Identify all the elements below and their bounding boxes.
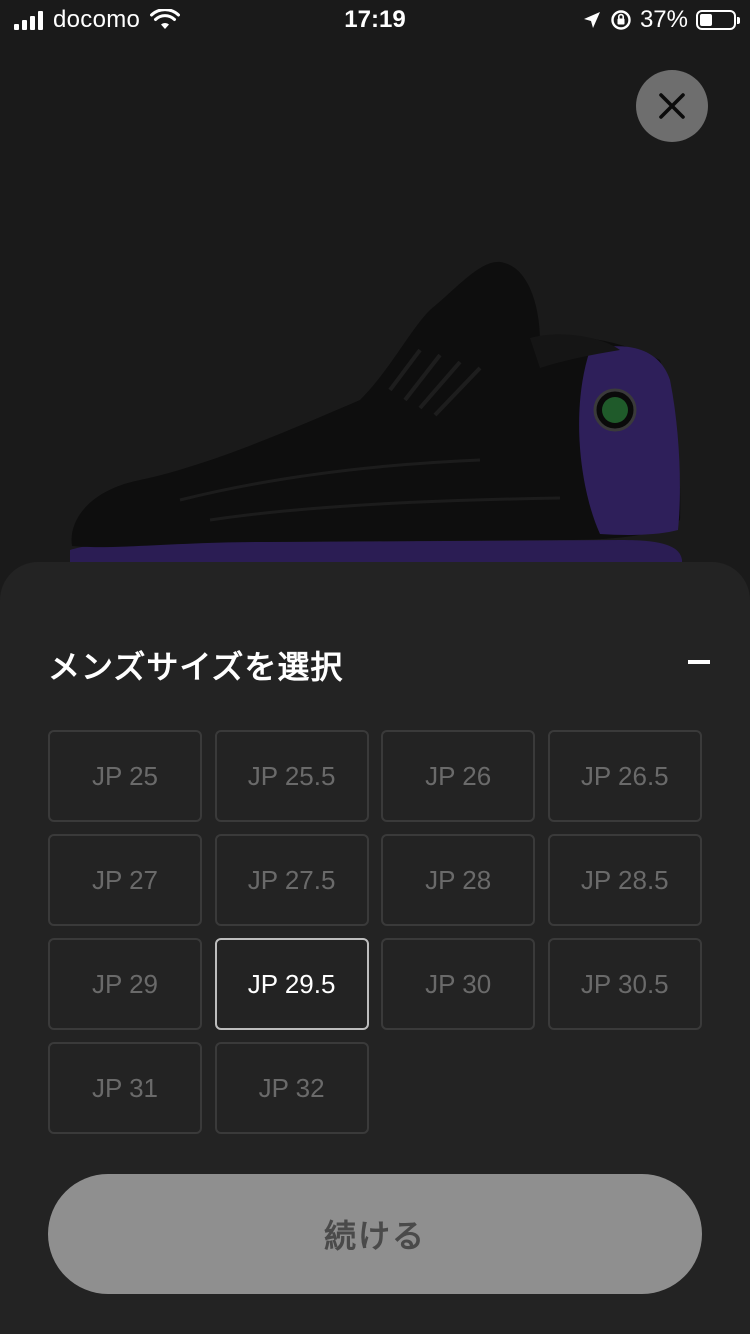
battery-percent: 37% (639, 6, 688, 33)
size-option[interactable]: JP 25.5 (214, 730, 369, 822)
size-selection-screen: docomo 17:19 37% メンズサイズを選択 JP 25 JP 25.5… (0, 0, 750, 1334)
size-grid: JP 25 JP 25.5 JP 26 JP 26.5 JP 27 JP 27.… (48, 730, 702, 1134)
size-option[interactable]: JP 29.5 (214, 938, 369, 1030)
continue-button[interactable]: 続ける (48, 1174, 702, 1294)
size-option[interactable]: JP 30 (381, 938, 536, 1030)
size-option[interactable]: JP 27 (48, 834, 202, 926)
close-icon (659, 93, 685, 119)
orientation-lock-icon (611, 10, 631, 30)
size-option[interactable]: JP 28 (381, 834, 536, 926)
size-option[interactable]: JP 27.5 (214, 834, 369, 926)
size-option[interactable]: JP 31 (48, 1042, 202, 1134)
status-bar: docomo 17:19 37% (0, 0, 750, 40)
size-option[interactable]: JP 26 (381, 730, 536, 822)
close-button[interactable] (636, 70, 708, 142)
battery-icon (696, 10, 740, 30)
size-option[interactable]: JP 29 (48, 938, 202, 1030)
size-option[interactable]: JP 25 (48, 730, 202, 822)
size-option[interactable]: JP 26.5 (547, 730, 702, 822)
sheet-title: メンズサイズを選択 (48, 649, 344, 685)
battery-level-fill (700, 14, 712, 26)
minus-icon[interactable] (688, 660, 710, 664)
location-arrow-icon (583, 12, 600, 28)
size-option[interactable]: JP 32 (214, 1042, 369, 1134)
size-selection-sheet: メンズサイズを選択 JP 25 JP 25.5 JP 26 JP 26.5 JP… (0, 562, 750, 1334)
size-option[interactable]: JP 30.5 (547, 938, 702, 1030)
status-right: 37% (582, 6, 740, 34)
sneaker-image (70, 261, 682, 570)
size-option[interactable]: JP 28.5 (547, 834, 702, 926)
